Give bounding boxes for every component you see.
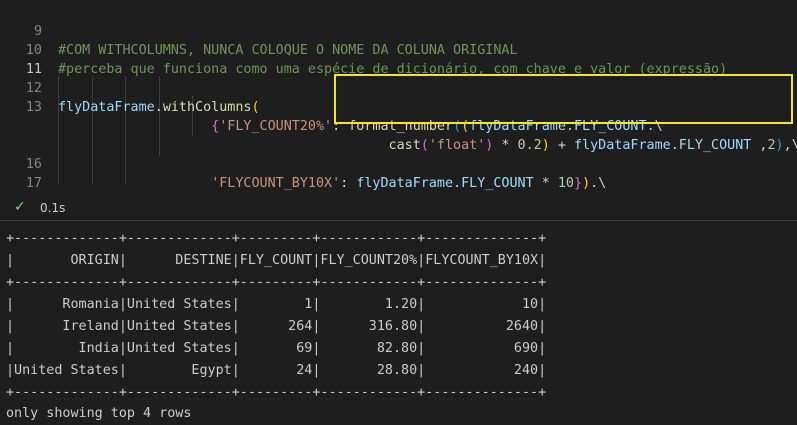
table-border: +-------------+-------------+---------+-… [6,275,547,290]
table-border: +-------------+-------------+---------+-… [6,231,547,246]
table-header: | ORIGIN| DESTINE|FLY_COUNT|FLY_COUNT20%… [6,253,547,268]
code-highlight-box [334,74,793,124]
code-line: 17 show(4) [0,155,797,210]
output-footer: only showing top 4 rows [6,406,192,421]
code-token: 'FLY_COUNT20%' [219,119,333,134]
table-row: | India|United States| 69| 82.80| 690| [6,341,547,356]
code-line: 9 #COM WITHCOLUMNS, NUNCA COLOQUE O NOME… [0,3,797,58]
execution-time: 0.1s [40,201,66,215]
code-line: 16 'FLYCOUNT_BY10X': flyDataFrame.FLY_CO… [0,136,797,191]
check-icon: ✓ [14,199,26,215]
code-editor[interactable]: 9 #COM WITHCOLUMNS, NUNCA COLOQUE O NOME… [0,0,797,210]
code-line: 18 [0,174,797,210]
cell-output[interactable]: +-------------+-------------+---------+-… [0,222,797,424]
cell-status-bar: ✓ 0.1s [0,196,797,221]
table-row: | Romania|United States| 1| 1.20| 10| [6,297,547,312]
table-border: +-------------+-------------+---------+-… [6,385,547,400]
table-row: |United States| Egypt| 24| 28.80| 240| [6,363,547,378]
table-row: | Ireland|United States| 264| 316.80| 26… [6,319,547,334]
code-line: 11 [0,41,797,77]
code-line: 10 #perceba que funciona como uma espéci… [0,22,797,77]
